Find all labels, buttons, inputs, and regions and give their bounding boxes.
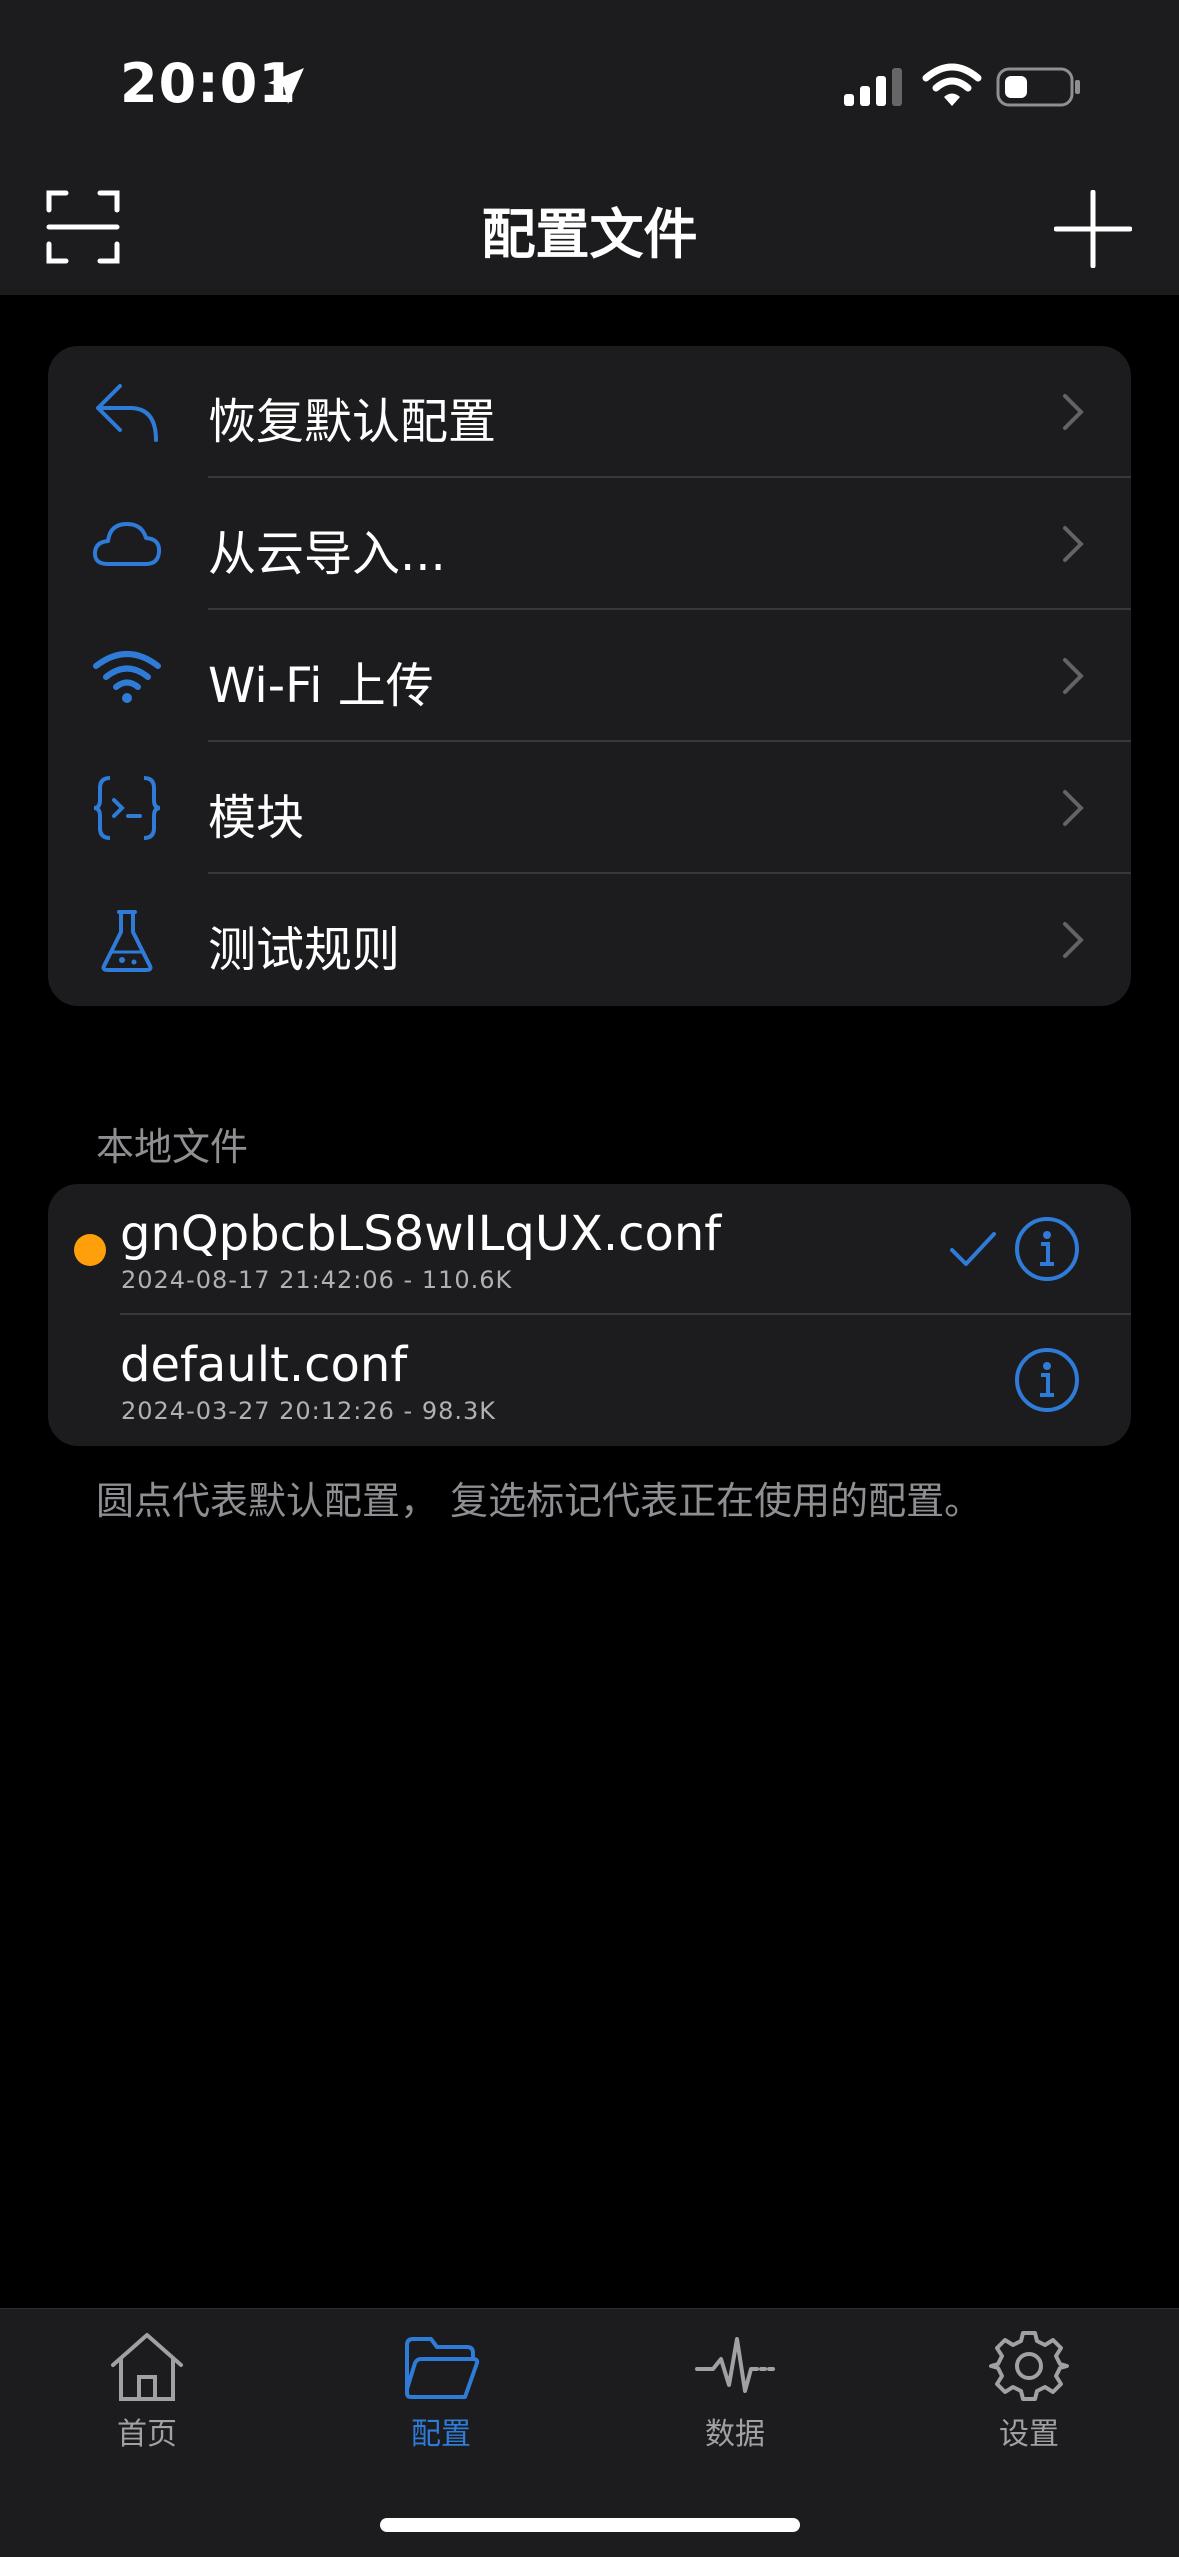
- default-dot-icon: [74, 1234, 106, 1266]
- local-files-header: 本地文件: [96, 1125, 249, 1169]
- file-name: default.conf: [120, 1337, 408, 1393]
- tab-settings[interactable]: 设置: [949, 2329, 1109, 2453]
- wifi-icon: [93, 651, 161, 703]
- wifi-upload-label: Wi-Fi 上传: [208, 658, 434, 714]
- tab-label: 数据: [705, 2417, 765, 2452]
- module-braces-icon: [93, 776, 161, 840]
- battery-icon: [996, 67, 1080, 107]
- local-files-footnote: 圆点代表默认配置， 复选标记代表正在使用的配置。: [96, 1479, 983, 1523]
- wifi-upload-row[interactable]: Wi-Fi 上传: [48, 610, 1131, 742]
- modules-row[interactable]: 模块: [48, 742, 1131, 874]
- checkmark-icon: [950, 1232, 996, 1266]
- page-title: 配置文件: [481, 203, 698, 266]
- gear-icon: [989, 2331, 1069, 2401]
- file-name: gnQpbcbLS8wILqUX.conf: [120, 1206, 722, 1262]
- location-arrow-icon: [268, 68, 304, 104]
- local-files-list: gnQpbcbLS8wILqUX.conf 2024-08-17 21:42:0…: [48, 1184, 1131, 1446]
- home-indicator[interactable]: [380, 2518, 800, 2532]
- undo-arrow-icon: [96, 384, 158, 442]
- test-rules-row[interactable]: 测试规则: [48, 874, 1131, 1006]
- chevron-right-icon: [1063, 790, 1084, 826]
- add-button[interactable]: [1054, 190, 1132, 268]
- restore-default-row[interactable]: 恢复默认配置: [48, 346, 1131, 478]
- import-from-cloud-label: 从云导入...: [208, 526, 446, 582]
- top-bar: 20:01 配置文件: [0, 0, 1179, 295]
- chevron-right-icon: [1063, 526, 1084, 562]
- chevron-right-icon: [1063, 658, 1084, 694]
- chevron-right-icon: [1063, 394, 1084, 430]
- chevron-right-icon: [1063, 922, 1084, 958]
- tab-label: 设置: [999, 2417, 1059, 2452]
- file-meta: 2024-03-27 20:12:26 - 98.3K: [121, 1397, 496, 1425]
- info-button[interactable]: [1014, 1347, 1080, 1413]
- actions-group: 恢复默认配置 从云导入... Wi-Fi 上传 模块 测试规则: [48, 346, 1131, 1006]
- file-row[interactable]: default.conf 2024-03-27 20:12:26 - 98.3K: [48, 1315, 1131, 1446]
- tab-label: 配置: [411, 2417, 471, 2452]
- tab-data[interactable]: 数据: [655, 2329, 815, 2453]
- wifi-status-icon: [922, 63, 982, 106]
- home-icon: [111, 2333, 183, 2401]
- activity-icon: [695, 2337, 775, 2393]
- file-row[interactable]: gnQpbcbLS8wILqUX.conf 2024-08-17 21:42:0…: [48, 1184, 1131, 1315]
- tab-home[interactable]: 首页: [67, 2329, 227, 2453]
- restore-default-label: 恢复默认配置: [208, 394, 497, 450]
- file-meta: 2024-08-17 21:42:06 - 110.6K: [121, 1266, 513, 1294]
- flask-icon: [101, 910, 153, 972]
- tab-profiles[interactable]: 配置: [361, 2329, 521, 2453]
- cloud-icon: [92, 522, 162, 566]
- import-from-cloud-row[interactable]: 从云导入...: [48, 478, 1131, 610]
- modules-label: 模块: [208, 790, 305, 846]
- tab-label: 首页: [117, 2417, 177, 2452]
- cellular-signal-icon: [844, 68, 902, 106]
- folder-icon: [405, 2337, 480, 2399]
- info-button[interactable]: [1014, 1216, 1080, 1282]
- test-rules-label: 测试规则: [208, 922, 401, 978]
